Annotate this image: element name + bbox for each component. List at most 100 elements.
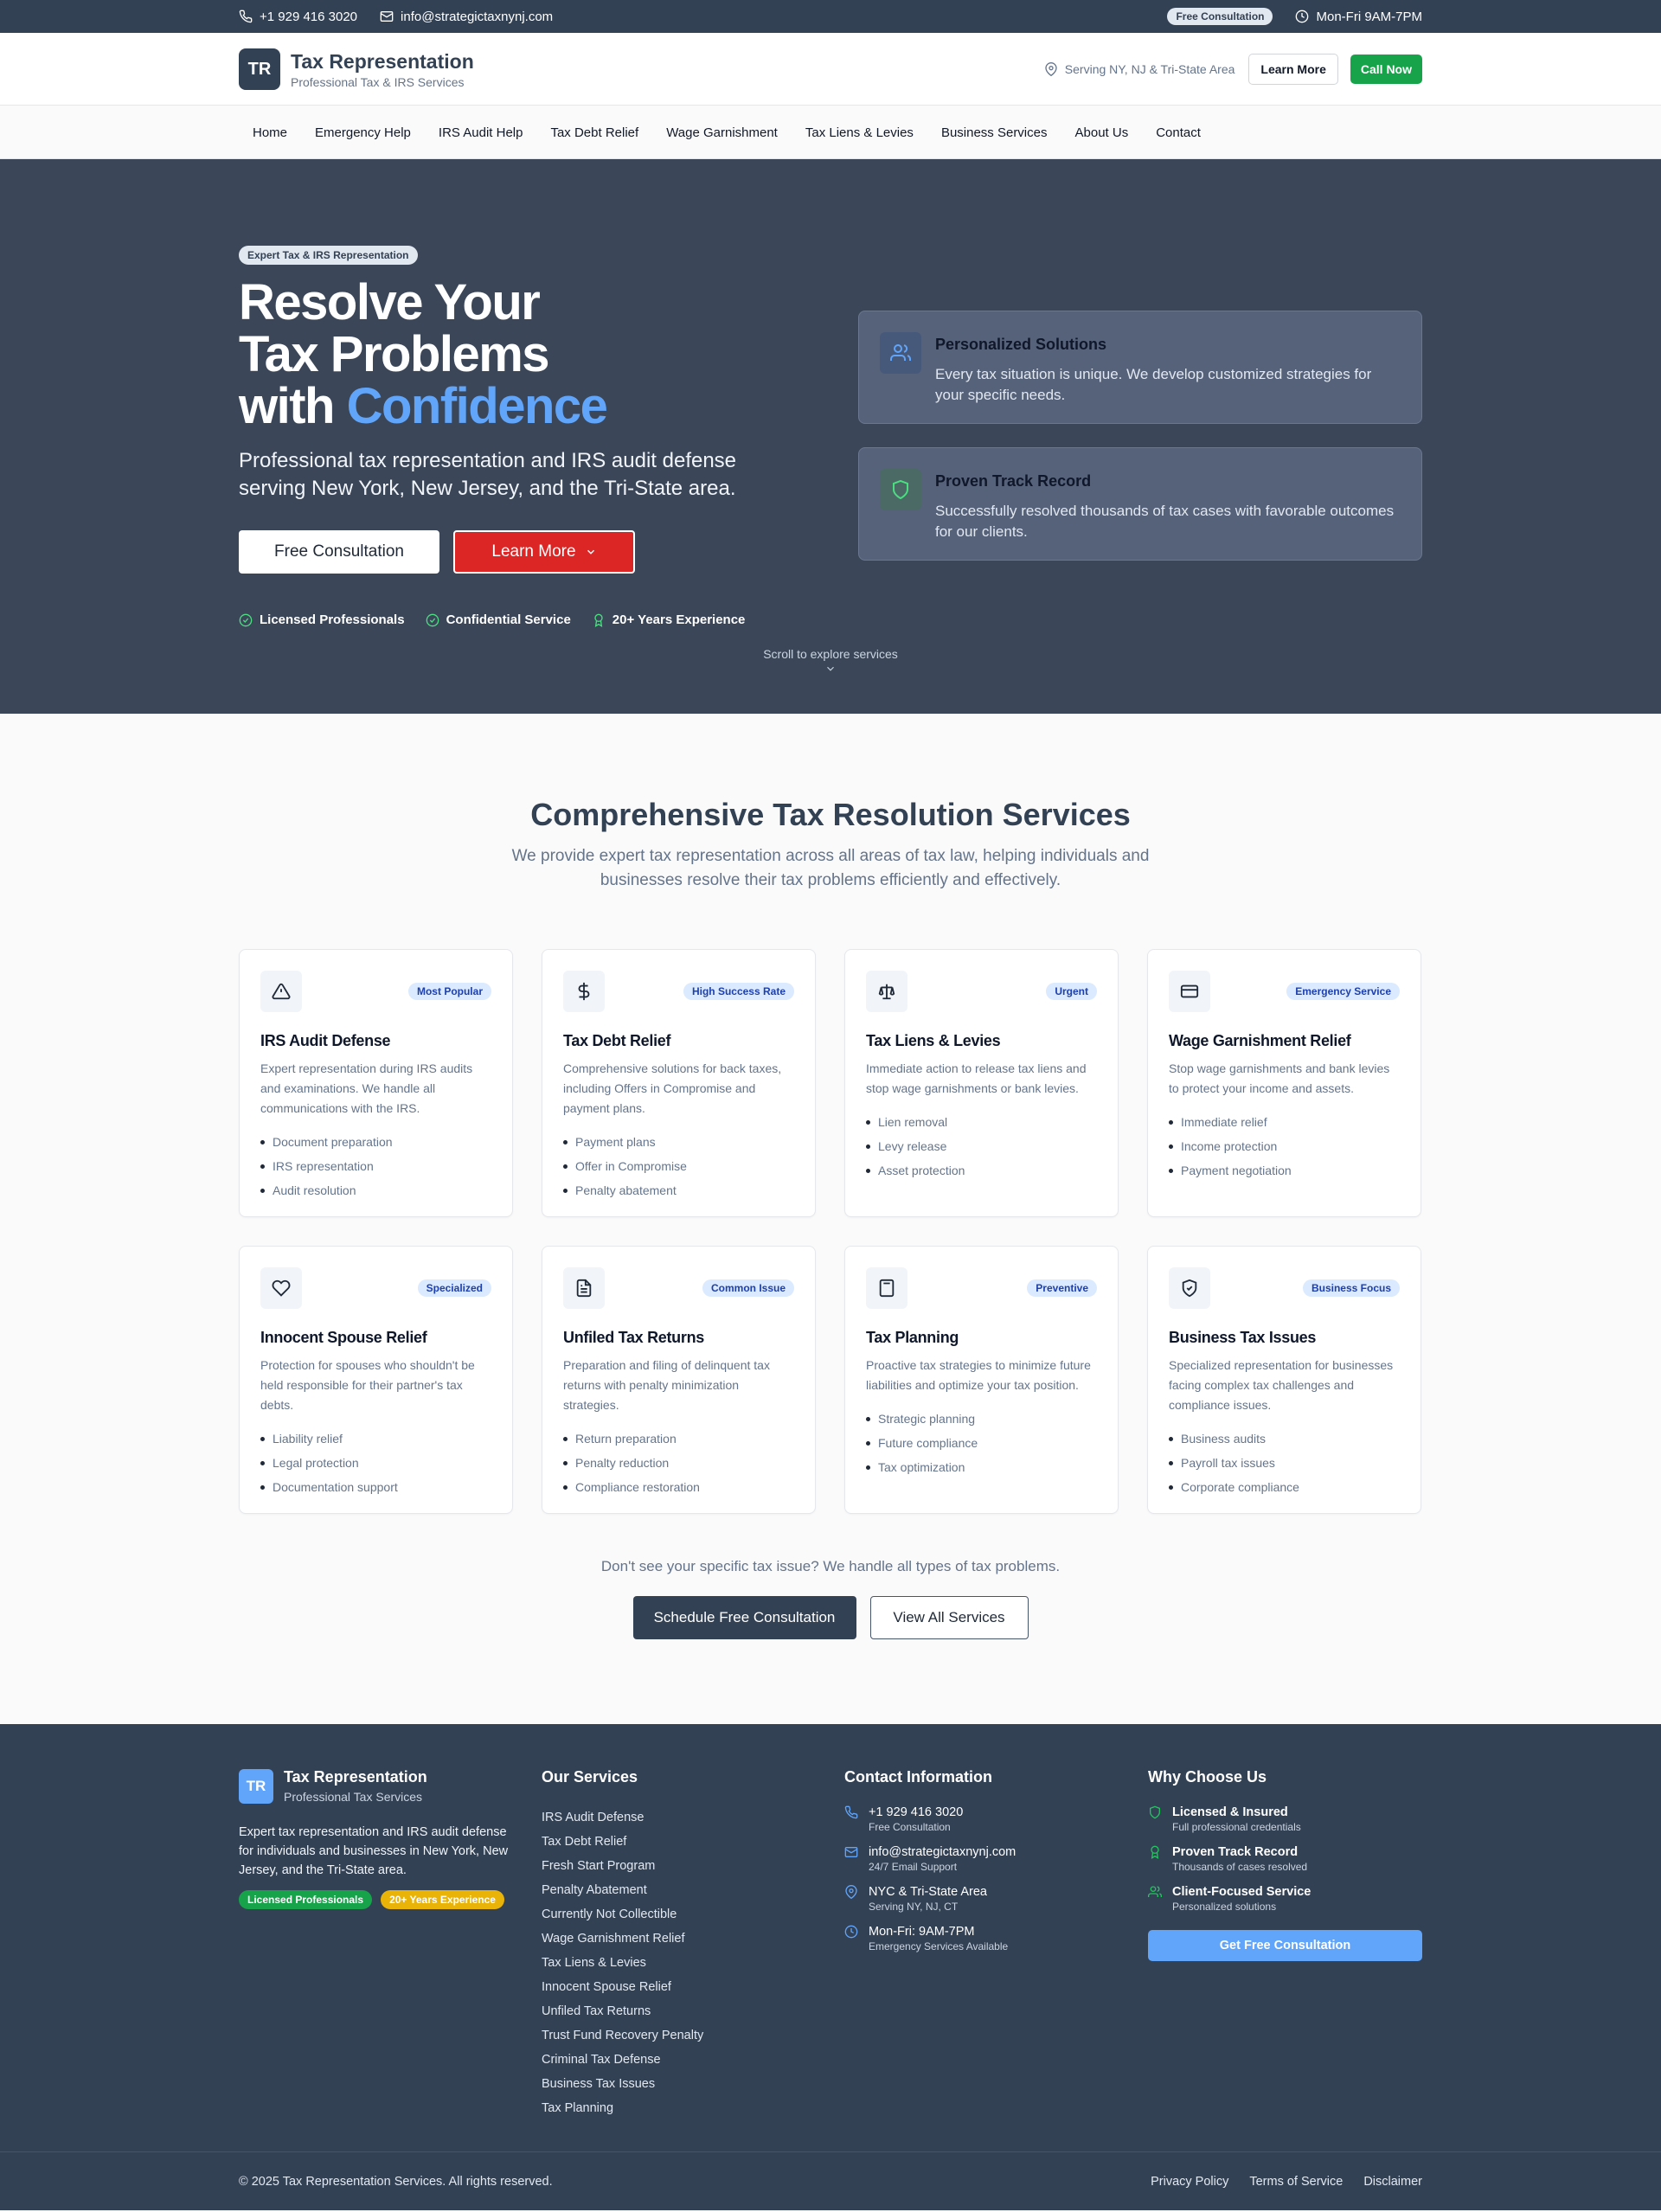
learn-more-button[interactable]: Learn More	[1248, 54, 1338, 85]
list-item: Strategic planning	[866, 1407, 1097, 1431]
service-card[interactable]: Most Popular IRS Audit Defense Expert re…	[239, 949, 513, 1217]
footer-brand[interactable]: TR Tax Representation Professional Tax S…	[239, 1768, 516, 1804]
phone-icon	[844, 1805, 858, 1819]
hero-title-line1: Resolve Your	[239, 274, 541, 330]
footer-service-link[interactable]: Tax Debt Relief	[542, 1830, 703, 1854]
services-subtitle: We provide expert tax representation acr…	[239, 844, 1422, 893]
service-card[interactable]: High Success Rate Tax Debt Relief Compre…	[542, 949, 816, 1217]
scroll-hint[interactable]: Scroll to explore services	[239, 647, 1422, 675]
why-title: Client-Focused Service	[1172, 1885, 1311, 1899]
dollar-icon	[563, 971, 605, 1012]
experience-badge: 20+ Years Experience	[381, 1890, 504, 1909]
footer-contact-title: Contact Information	[844, 1768, 992, 1786]
topbar-email[interactable]: info@strategictaxnynj.com	[380, 10, 553, 24]
site-footer: TR Tax Representation Professional Tax S…	[0, 1724, 1661, 2210]
footer-why-column: Why Choose Us Licensed & Insured Full pro…	[1148, 1768, 1422, 1961]
service-list: Liability relief Legal protection Docume…	[260, 1427, 491, 1499]
footer-services-column: Our Services IRS Audit Defense Tax Debt …	[542, 1768, 703, 2120]
footer-service-link[interactable]: Business Tax Issues	[542, 2072, 703, 2096]
call-now-button[interactable]: Call Now	[1350, 54, 1422, 84]
footer-service-link[interactable]: Fresh Start Program	[542, 1854, 703, 1878]
why-title: Proven Track Record	[1172, 1845, 1299, 1859]
service-list: Return preparation Penalty reduction Com…	[563, 1427, 794, 1499]
get-free-consultation-button[interactable]: Get Free Consultation	[1148, 1930, 1422, 1961]
site-header: TR Tax Representation Professional Tax &…	[0, 33, 1661, 106]
why-item: Client-Focused Service Personalized solut…	[1148, 1885, 1422, 1913]
service-badge: Business Focus	[1302, 1279, 1400, 1297]
nav-tax-liens-levies[interactable]: Tax Liens & Levies	[792, 125, 927, 140]
nav-contact[interactable]: Contact	[1142, 125, 1215, 140]
licensed-badge: Licensed Professionals	[239, 1890, 373, 1909]
footer-service-link[interactable]: Unfiled Tax Returns	[542, 1999, 703, 2023]
footer-service-link[interactable]: Innocent Spouse Relief	[542, 1975, 703, 1999]
schedule-consultation-button[interactable]: Schedule Free Consultation	[632, 1596, 856, 1639]
footer-logo: TR	[239, 1768, 273, 1804]
service-desc: Comprehensive solutions for back taxes, …	[563, 1061, 782, 1115]
nav-business-services[interactable]: Business Services	[927, 125, 1061, 140]
disclaimer-link[interactable]: Disclaimer	[1363, 2175, 1422, 2189]
footer-description: Expert tax representation and IRS audit …	[239, 1825, 509, 1877]
hero-title: Resolve Your Tax Problems with Confidenc…	[239, 274, 608, 433]
contact-title: info@strategictaxnynj.com	[869, 1845, 1016, 1859]
terms-of-service-link[interactable]: Terms of Service	[1249, 2175, 1343, 2189]
service-title: Business Tax Issues	[1169, 1329, 1317, 1346]
scale-icon	[866, 971, 907, 1012]
service-badge: High Success Rate	[683, 983, 794, 1000]
nav-irs-audit-help[interactable]: IRS Audit Help	[425, 125, 537, 140]
nav-tax-debt-relief[interactable]: Tax Debt Relief	[536, 125, 652, 140]
footer-service-link[interactable]: Wage Garnishment Relief	[542, 1927, 703, 1951]
service-card[interactable]: Common Issue Unfiled Tax Returns Prepara…	[542, 1246, 816, 1514]
shield-check-icon	[1169, 1267, 1210, 1309]
footer-service-link[interactable]: Tax Liens & Levies	[542, 1951, 703, 1975]
contact-sub: Free Consultation	[869, 1821, 951, 1833]
check-circle-icon	[239, 613, 253, 626]
footer-service-link[interactable]: Trust Fund Recovery Penalty	[542, 2023, 703, 2048]
contact-title: Mon-Fri: 9AM-7PM	[869, 1925, 975, 1939]
view-all-services-button[interactable]: View All Services	[869, 1596, 1029, 1639]
service-card[interactable]: Emergency Service Wage Garnishment Relie…	[1147, 949, 1421, 1217]
service-title: Unfiled Tax Returns	[563, 1329, 704, 1346]
topbar-phone[interactable]: +1 929 416 3020	[239, 10, 357, 24]
services-subtitle-line: We provide expert tax representation acr…	[511, 847, 1150, 865]
serving-area: Serving NY, NJ & Tri-State Area	[1044, 62, 1235, 76]
privacy-policy-link[interactable]: Privacy Policy	[1151, 2175, 1228, 2189]
footer-service-link[interactable]: Penalty Abatement	[542, 1878, 703, 1902]
check-circle-icon	[426, 613, 439, 626]
nav-emergency-help[interactable]: Emergency Help	[301, 125, 425, 140]
phone-icon	[239, 10, 253, 23]
free-consultation-badge: Free Consultation	[1167, 8, 1273, 25]
copyright: © 2025 Tax Representation Services. All …	[239, 2175, 553, 2189]
footer-service-link[interactable]: Currently Not Collectible	[542, 1902, 703, 1927]
footer-service-link[interactable]: Criminal Tax Defense	[542, 2048, 703, 2072]
hero-subtitle: Professional tax representation and IRS …	[239, 449, 737, 500]
nav-wage-garnishment[interactable]: Wage Garnishment	[652, 125, 792, 140]
service-card[interactable]: Business Focus Business Tax Issues Speci…	[1147, 1246, 1421, 1514]
service-badge: Common Issue	[702, 1279, 794, 1297]
scroll-hint-text: Scroll to explore services	[763, 647, 898, 661]
contact-item[interactable]: +1 929 416 3020 Free Consultation	[844, 1805, 1016, 1833]
hero-learn-more-button[interactable]: Learn More	[453, 530, 635, 574]
list-item: Future compliance	[866, 1431, 1097, 1455]
service-badge: Urgent	[1046, 983, 1097, 1000]
trust-item: Licensed Professionals	[239, 612, 405, 627]
why-sub: Personalized solutions	[1172, 1901, 1277, 1913]
service-card[interactable]: Preventive Tax Planning Proactive tax st…	[844, 1246, 1119, 1514]
footer-brand-title: Tax Representation	[284, 1768, 427, 1786]
feature-title: Personalized Solutions	[935, 336, 1107, 353]
clock-icon	[844, 1925, 858, 1939]
feature-card: Personalized Solutions Every tax situati…	[858, 311, 1422, 424]
brand[interactable]: TR Tax Representation Professional Tax &…	[239, 48, 474, 90]
service-card[interactable]: Specialized Innocent Spouse Relief Prote…	[239, 1246, 513, 1514]
contact-item[interactable]: info@strategictaxnynj.com 24/7 Email Supp…	[844, 1845, 1016, 1873]
nav-home[interactable]: Home	[239, 125, 301, 140]
footer-bottom: © 2025 Tax Representation Services. All …	[0, 2151, 1661, 2211]
why-item: Proven Track Record Thousands of cases re…	[1148, 1845, 1422, 1873]
free-consultation-button[interactable]: Free Consultation	[239, 530, 439, 574]
service-card[interactable]: Urgent Tax Liens & Levies Immediate acti…	[844, 949, 1119, 1217]
nav-about-us[interactable]: About Us	[1061, 125, 1143, 140]
footer-service-link[interactable]: Tax Planning	[542, 2096, 703, 2120]
list-item: Levy release	[866, 1134, 1097, 1158]
mail-icon	[380, 11, 394, 22]
contact-sub: Serving NY, NJ, CT	[869, 1901, 959, 1913]
footer-service-link[interactable]: IRS Audit Defense	[542, 1805, 703, 1830]
